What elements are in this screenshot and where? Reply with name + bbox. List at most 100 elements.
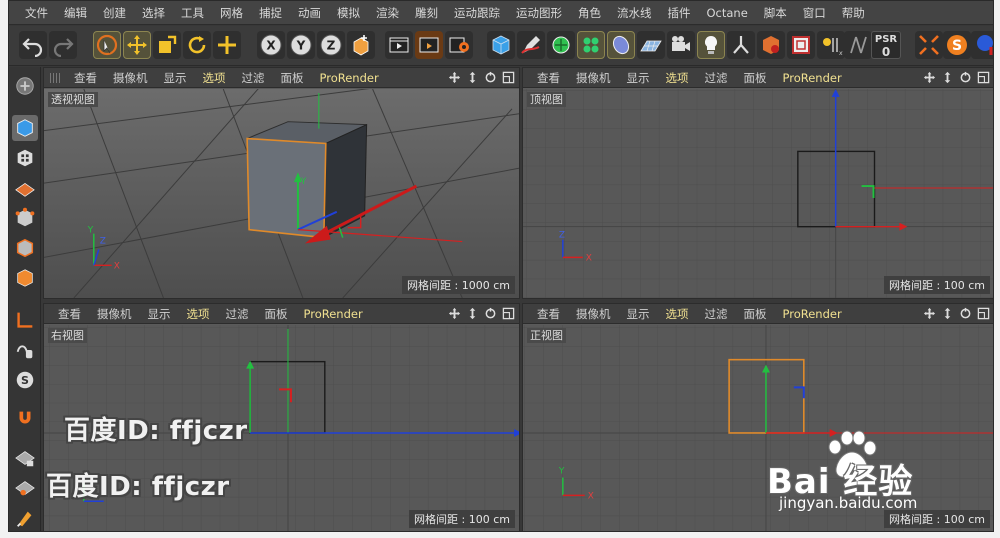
scale-tool-icon[interactable] bbox=[153, 31, 181, 59]
light-icon[interactable] bbox=[697, 31, 725, 59]
tag-icon[interactable] bbox=[787, 31, 815, 59]
menu-octane[interactable]: Octane bbox=[699, 1, 756, 25]
workplane-lock-icon[interactable] bbox=[12, 445, 38, 471]
dolly-icon[interactable] bbox=[465, 306, 479, 320]
y-axis-lock-icon[interactable]: Y bbox=[287, 31, 315, 59]
xpresso-icon[interactable]: xyz bbox=[817, 31, 845, 59]
sculpt-s-icon[interactable]: S bbox=[943, 31, 971, 59]
vp-menu-view[interactable]: 查看 bbox=[529, 306, 568, 322]
character-icon[interactable] bbox=[727, 31, 755, 59]
vp-menu-panel[interactable]: 面板 bbox=[257, 306, 296, 322]
orbit-icon[interactable] bbox=[958, 70, 972, 84]
material-icon[interactable] bbox=[757, 31, 785, 59]
menu-edit[interactable]: 编辑 bbox=[56, 1, 95, 25]
vp-menu-view[interactable]: 查看 bbox=[529, 70, 568, 86]
vp-menu-prorender[interactable]: ProRender bbox=[312, 71, 387, 85]
cloner-icon[interactable] bbox=[577, 31, 605, 59]
orbit-icon[interactable] bbox=[483, 70, 497, 84]
vp-menu-display[interactable]: 显示 bbox=[619, 70, 658, 86]
menu-animate[interactable]: 动画 bbox=[290, 1, 329, 25]
vp-menu-camera[interactable]: 摄像机 bbox=[89, 306, 140, 322]
orbit-icon[interactable] bbox=[958, 306, 972, 320]
polygons-mode-icon[interactable] bbox=[12, 265, 38, 291]
menu-script[interactable]: 脚本 bbox=[756, 1, 795, 25]
pan-icon[interactable] bbox=[922, 70, 936, 84]
dolly-icon[interactable] bbox=[940, 70, 954, 84]
vp-menu-camera[interactable]: 摄像机 bbox=[568, 70, 619, 86]
move-tool-icon[interactable] bbox=[123, 31, 151, 59]
vp-menu-panel[interactable]: 面板 bbox=[736, 306, 775, 322]
pan-icon[interactable] bbox=[447, 70, 461, 84]
vp-menu-display[interactable]: 显示 bbox=[140, 306, 179, 322]
menu-render[interactable]: 渲染 bbox=[368, 1, 407, 25]
coordinate-system-icon[interactable] bbox=[347, 31, 375, 59]
render-view-icon[interactable] bbox=[385, 31, 413, 59]
render-settings-icon[interactable] bbox=[445, 31, 473, 59]
vp-menu-options[interactable]: 选项 bbox=[658, 306, 697, 322]
vp-menu-camera[interactable]: 摄像机 bbox=[568, 306, 619, 322]
menu-plugins[interactable]: 插件 bbox=[660, 1, 699, 25]
maximize-icon[interactable] bbox=[976, 306, 990, 320]
menu-simulate[interactable]: 模拟 bbox=[329, 1, 368, 25]
menu-help[interactable]: 帮助 bbox=[834, 1, 873, 25]
deformer-icon[interactable] bbox=[607, 31, 635, 59]
vp-menu-camera[interactable]: 摄像机 bbox=[105, 70, 156, 86]
menu-snap[interactable]: 捕捉 bbox=[251, 1, 290, 25]
dolly-icon[interactable] bbox=[465, 70, 479, 84]
vp-menu-filter[interactable]: 过滤 bbox=[234, 70, 273, 86]
vp-menu-filter[interactable]: 过滤 bbox=[697, 70, 736, 86]
viewport-perspective[interactable]: 查看 摄像机 显示 选项 过滤 面板 ProRender Y Y Z X 透视视… bbox=[43, 67, 520, 299]
transform-tool-icon[interactable] bbox=[213, 31, 241, 59]
x-axis-lock-icon[interactable]: X bbox=[257, 31, 285, 59]
maximize-icon[interactable] bbox=[501, 70, 515, 84]
dolly-icon[interactable] bbox=[940, 306, 954, 320]
vp-menu-prorender[interactable]: ProRender bbox=[775, 71, 850, 85]
camera-icon[interactable] bbox=[667, 31, 695, 59]
menu-sculpt[interactable]: 雕刻 bbox=[407, 1, 446, 25]
vp-menu-display[interactable]: 显示 bbox=[156, 70, 195, 86]
edges-mode-icon[interactable] bbox=[12, 235, 38, 261]
vp-menu-panel[interactable]: 面板 bbox=[273, 70, 312, 86]
vp-menu-prorender[interactable]: ProRender bbox=[296, 307, 371, 321]
axis-mode-icon[interactable] bbox=[12, 307, 38, 333]
live-select-icon[interactable] bbox=[93, 31, 121, 59]
maximize-icon[interactable] bbox=[976, 70, 990, 84]
vp-menu-prorender[interactable]: ProRender bbox=[775, 307, 850, 321]
menu-tools[interactable]: 工具 bbox=[173, 1, 212, 25]
menu-file[interactable]: 文件 bbox=[17, 1, 56, 25]
snap-icon[interactable] bbox=[915, 31, 943, 59]
vp-menu-panel[interactable]: 面板 bbox=[736, 70, 775, 86]
vp-menu-view[interactable]: 查看 bbox=[50, 306, 89, 322]
z-axis-lock-icon[interactable]: Z bbox=[317, 31, 345, 59]
workplane-mode-icon[interactable] bbox=[12, 175, 38, 201]
render-to-picture-viewer-icon[interactable] bbox=[415, 31, 443, 59]
octane-icon[interactable] bbox=[971, 31, 993, 59]
pan-icon[interactable] bbox=[922, 306, 936, 320]
tweak-mode-icon[interactable] bbox=[12, 337, 38, 363]
floor-icon[interactable] bbox=[637, 31, 665, 59]
workplane-align-icon[interactable] bbox=[12, 475, 38, 501]
menu-window[interactable]: 窗口 bbox=[795, 1, 834, 25]
subdivision-surface-icon[interactable] bbox=[547, 31, 575, 59]
make-editable-icon[interactable] bbox=[12, 73, 38, 99]
menu-select[interactable]: 选择 bbox=[134, 1, 173, 25]
undo-icon[interactable] bbox=[19, 31, 47, 59]
texture-mode-icon[interactable] bbox=[12, 145, 38, 171]
snap-magnet-icon[interactable] bbox=[12, 405, 38, 431]
menu-mesh[interactable]: 网格 bbox=[212, 1, 251, 25]
pen-spline-icon[interactable] bbox=[517, 31, 545, 59]
vp-menu-display[interactable]: 显示 bbox=[619, 306, 658, 322]
vp-menu-filter[interactable]: 过滤 bbox=[697, 306, 736, 322]
points-mode-icon[interactable] bbox=[12, 205, 38, 231]
vp-menu-view[interactable]: 查看 bbox=[66, 70, 105, 86]
menu-character[interactable]: 角色 bbox=[570, 1, 609, 25]
brush-icon[interactable] bbox=[12, 505, 38, 531]
menu-create[interactable]: 创建 bbox=[95, 1, 134, 25]
psr-indicator[interactable]: PSR 0 bbox=[871, 31, 901, 59]
pan-icon[interactable] bbox=[447, 306, 461, 320]
vp-menu-options[interactable]: 选项 bbox=[658, 70, 697, 86]
viewport-top[interactable]: 查看 摄像机 显示 选项 过滤 面板 ProRender Z X 顶视图 网格间… bbox=[522, 67, 993, 299]
maximize-icon[interactable] bbox=[501, 306, 515, 320]
redo-icon[interactable] bbox=[49, 31, 77, 59]
menu-pipeline[interactable]: 流水线 bbox=[609, 1, 660, 25]
